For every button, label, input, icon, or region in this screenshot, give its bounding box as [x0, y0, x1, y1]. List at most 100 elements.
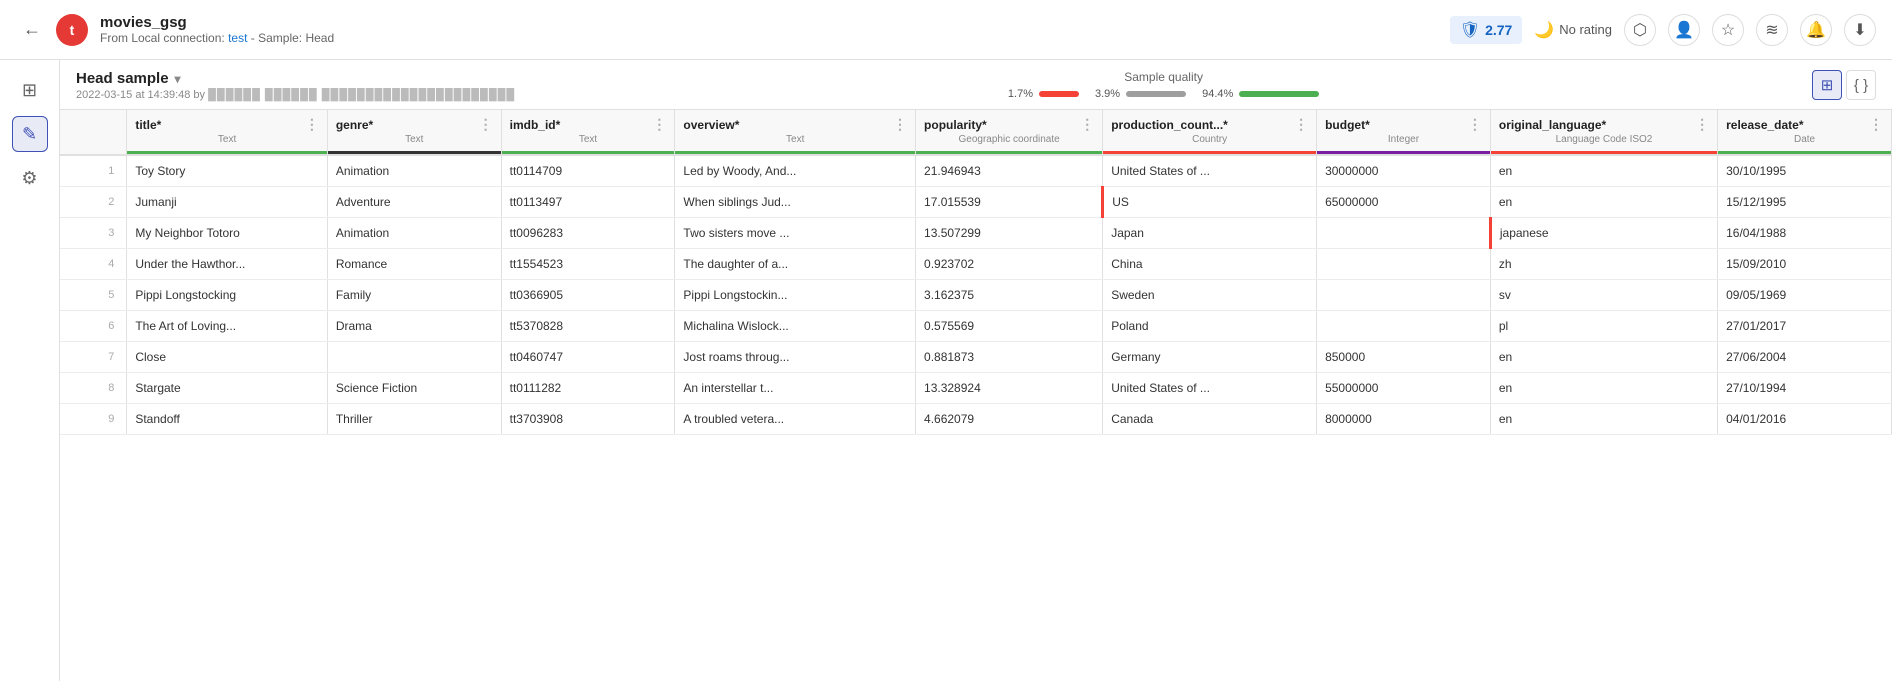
- app-subtitle: From Local connection: test - Sample: He…: [100, 31, 1450, 45]
- col-overview-menu-icon[interactable]: ⋮: [893, 116, 907, 133]
- cell-imdb: tt0111282: [501, 373, 675, 404]
- cell-popularity: 17.015539: [916, 187, 1103, 218]
- user-button[interactable]: 👤: [1668, 14, 1700, 46]
- col-production-menu-icon[interactable]: ⋮: [1294, 116, 1308, 133]
- cell-budget: 850000: [1317, 342, 1491, 373]
- bell-button[interactable]: 🔔: [1800, 14, 1832, 46]
- download-button[interactable]: ⬇: [1844, 14, 1876, 46]
- waves-button[interactable]: ≋: [1756, 14, 1788, 46]
- cell-overview: Pippi Longstockin...: [675, 280, 916, 311]
- row-number: 8: [60, 373, 127, 404]
- share-button[interactable]: ⬡: [1624, 14, 1656, 46]
- table-row: 8StargateScience Fictiontt0111282An inte…: [60, 373, 1892, 404]
- cell-budget: [1317, 311, 1491, 342]
- col-production-type: Country: [1111, 134, 1308, 149]
- quality-label: Sample quality: [1008, 70, 1319, 84]
- cell-release: 04/01/2016: [1718, 404, 1892, 435]
- col-title-menu-icon[interactable]: ⋮: [305, 116, 319, 133]
- col-overview-label: overview*: [683, 118, 739, 132]
- col-genre-menu-icon[interactable]: ⋮: [479, 116, 493, 133]
- row-number: 5: [60, 280, 127, 311]
- col-language-menu-icon[interactable]: ⋮: [1695, 116, 1709, 133]
- quality-bars: 1.7% 3.9% 94.4%: [1008, 88, 1319, 100]
- cell-imdb: tt0460747: [501, 342, 675, 373]
- cell-imdb: tt0113497: [501, 187, 675, 218]
- cell-title: Stargate: [127, 373, 328, 404]
- table-body: 1Toy StoryAnimationtt0114709Led by Woody…: [60, 155, 1892, 435]
- cell-budget: [1317, 218, 1491, 249]
- col-header-imdb: imdb_id*⋮ Text: [501, 110, 675, 155]
- sample-title[interactable]: Head sample ▾: [76, 70, 515, 87]
- cell-overview: Two sisters move ...: [675, 218, 916, 249]
- cell-overview: Michalina Wislock...: [675, 311, 916, 342]
- back-button[interactable]: ←: [16, 14, 48, 46]
- col-header-genre: genre*⋮ Text: [327, 110, 501, 155]
- quality-item-good: 94.4%: [1202, 88, 1319, 100]
- data-table: title* ⋮ Text genre*⋮ Text: [60, 110, 1892, 435]
- row-number: 2: [60, 187, 127, 218]
- table-row: 5Pippi LongstockingFamilytt0366905Pippi …: [60, 280, 1892, 311]
- row-number: 7: [60, 342, 127, 373]
- cell-release: 27/01/2017: [1718, 311, 1892, 342]
- code-view-button[interactable]: { }: [1846, 70, 1876, 100]
- col-popularity-indicator: [916, 151, 1102, 154]
- quality-pct-medium: 3.9%: [1095, 88, 1120, 100]
- score-value: 2.77: [1485, 22, 1512, 38]
- cell-title: Toy Story: [127, 155, 328, 187]
- cell-genre: Adventure: [327, 187, 501, 218]
- col-release-menu-icon[interactable]: ⋮: [1869, 116, 1883, 133]
- app-icon: t: [56, 14, 88, 46]
- sample-header: Head sample ▾ 2022-03-15 at 14:39:48 by …: [60, 60, 1892, 110]
- table-row: 3My Neighbor TotoroAnimationtt0096283Two…: [60, 218, 1892, 249]
- sample-user-blurred: ██████ ██████ ██████████████████████: [208, 89, 515, 101]
- cell-popularity: 3.162375: [916, 280, 1103, 311]
- table-header-row: title* ⋮ Text genre*⋮ Text: [60, 110, 1892, 155]
- cell-popularity: 13.507299: [916, 218, 1103, 249]
- cell-title: Pippi Longstocking: [127, 280, 328, 311]
- cell-overview: An interstellar t...: [675, 373, 916, 404]
- cell-genre: Thriller: [327, 404, 501, 435]
- connection-link[interactable]: test: [228, 31, 247, 45]
- sample-meta: 2022-03-15 at 14:39:48 by ██████ ██████ …: [76, 89, 515, 101]
- cell-overview: A troubled vetera...: [675, 404, 916, 435]
- cell-genre: Animation: [327, 218, 501, 249]
- table-row: 4Under the Hawthor...Romancett1554523The…: [60, 249, 1892, 280]
- cell-release: 16/04/1988: [1718, 218, 1892, 249]
- cell-budget: 55000000: [1317, 373, 1491, 404]
- col-popularity-menu-icon[interactable]: ⋮: [1080, 116, 1094, 133]
- col-imdb-menu-icon[interactable]: ⋮: [652, 116, 666, 133]
- col-budget-menu-icon[interactable]: ⋮: [1468, 116, 1482, 133]
- sidebar-item-edit[interactable]: ✎: [12, 116, 48, 152]
- data-table-wrapper[interactable]: title* ⋮ Text genre*⋮ Text: [60, 110, 1892, 681]
- col-title-label: title*: [135, 118, 161, 132]
- col-imdb-type: Text: [510, 134, 667, 149]
- col-language-type: Language Code ISO2: [1499, 134, 1709, 149]
- star-button[interactable]: ☆: [1712, 14, 1744, 46]
- main-layout: ⊞ ✎ ⚙ Head sample ▾ 2022-03-15 at 14:39:…: [0, 60, 1892, 681]
- col-header-overview: overview*⋮ Text: [675, 110, 916, 155]
- col-overview-indicator: [675, 151, 915, 154]
- chevron-down-icon: ▾: [175, 72, 181, 86]
- cell-genre: Romance: [327, 249, 501, 280]
- subtitle-text: From Local connection:: [100, 31, 225, 45]
- col-title-indicator: [127, 151, 327, 154]
- app-container: ← t movies_gsg From Local connection: te…: [0, 0, 1892, 681]
- rating-label: No rating: [1559, 22, 1612, 37]
- col-budget-type: Integer: [1325, 134, 1482, 149]
- cell-budget: [1317, 280, 1491, 311]
- table-view-button[interactable]: ⊞: [1812, 70, 1842, 100]
- sidebar-item-grid[interactable]: ⊞: [12, 72, 48, 108]
- col-header-production: production_count...*⋮ Country: [1103, 110, 1317, 155]
- cell-popularity: 21.946943: [916, 155, 1103, 187]
- cell-language: en: [1490, 373, 1717, 404]
- table-row: 6The Art of Loving...Dramatt5370828Micha…: [60, 311, 1892, 342]
- col-header-title: title*⋮ Text: [127, 110, 328, 155]
- cell-title: The Art of Loving...: [127, 311, 328, 342]
- sidebar-item-settings[interactable]: ⚙: [12, 160, 48, 196]
- table-row: 2JumanjiAdventurett0113497When siblings …: [60, 187, 1892, 218]
- cell-imdb: tt0096283: [501, 218, 675, 249]
- quality-pct-bad: 1.7%: [1008, 88, 1033, 100]
- sample-date: 2022-03-15 at 14:39:48 by: [76, 89, 205, 101]
- content-area: Head sample ▾ 2022-03-15 at 14:39:48 by …: [60, 60, 1892, 681]
- cell-overview: When siblings Jud...: [675, 187, 916, 218]
